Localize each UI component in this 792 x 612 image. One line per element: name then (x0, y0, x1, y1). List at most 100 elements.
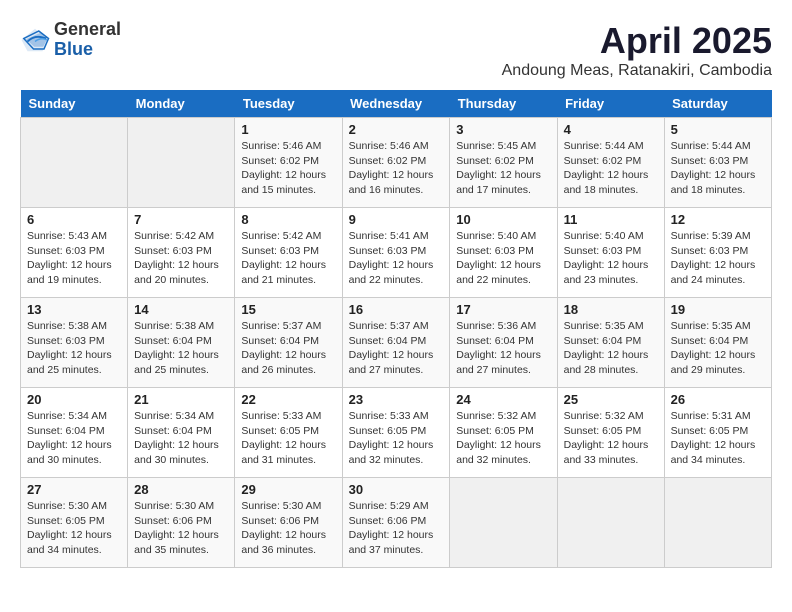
weekday-header-monday: Monday (128, 90, 235, 118)
calendar-cell: 27Sunrise: 5:30 AM Sunset: 6:05 PM Dayli… (21, 478, 128, 568)
day-number: 17 (456, 302, 550, 317)
day-number: 22 (241, 392, 335, 407)
day-number: 11 (564, 212, 658, 227)
day-info: Sunrise: 5:30 AM Sunset: 6:06 PM Dayligh… (241, 499, 335, 558)
month-title: April 2025 (502, 20, 772, 62)
day-info: Sunrise: 5:35 AM Sunset: 6:04 PM Dayligh… (671, 319, 765, 378)
weekday-header-sunday: Sunday (21, 90, 128, 118)
calendar-cell: 2Sunrise: 5:46 AM Sunset: 6:02 PM Daylig… (342, 118, 450, 208)
calendar-cell: 5Sunrise: 5:44 AM Sunset: 6:03 PM Daylig… (664, 118, 771, 208)
day-number: 21 (134, 392, 228, 407)
calendar-cell (21, 118, 128, 208)
calendar-cell (450, 478, 557, 568)
location: Andoung Meas, Ratanakiri, Cambodia (502, 62, 772, 80)
day-info: Sunrise: 5:40 AM Sunset: 6:03 PM Dayligh… (564, 229, 658, 288)
calendar-cell: 9Sunrise: 5:41 AM Sunset: 6:03 PM Daylig… (342, 208, 450, 298)
weekday-header-thursday: Thursday (450, 90, 557, 118)
day-info: Sunrise: 5:36 AM Sunset: 6:04 PM Dayligh… (456, 319, 550, 378)
calendar-cell: 13 Sunrise: 5:38 AM Sunset: 6:03 PM Dayli… (21, 298, 128, 388)
day-info: Sunrise: 5:37 AM Sunset: 6:04 PM Dayligh… (349, 319, 444, 378)
calendar-cell: 10 Sunrise: 5:40 AM Sunset: 6:03 PM Dayli… (450, 208, 557, 298)
calendar-cell: 14 Sunrise: 5:38 AM Sunset: 6:04 PM Dayli… (128, 298, 235, 388)
calendar-table: SundayMondayTuesdayWednesdayThursdayFrid… (20, 90, 772, 568)
logo: General Blue (20, 20, 121, 60)
day-info: Sunrise: 5:46 AM Sunset: 6:02 PM Dayligh… (241, 139, 335, 198)
calendar-cell: 23 Sunrise: 5:33 AM Sunset: 6:05 PM Dayli… (342, 388, 450, 478)
calendar-cell: 21 Sunrise: 5:34 AM Sunset: 6:04 PM Dayli… (128, 388, 235, 478)
calendar-cell: 12 Sunrise: 5:39 AM Sunset: 6:03 PM Dayli… (664, 208, 771, 298)
day-number: 1 (241, 122, 335, 137)
calendar-cell: 19 Sunrise: 5:35 AM Sunset: 6:04 PM Dayli… (664, 298, 771, 388)
calendar-cell: 8 Sunrise: 5:42 AM Sunset: 6:03 PM Daylig… (235, 208, 342, 298)
calendar-cell: 20 Sunrise: 5:34 AM Sunset: 6:04 PM Dayli… (21, 388, 128, 478)
calendar-cell: 18Sunrise: 5:35 AM Sunset: 6:04 PM Dayli… (557, 298, 664, 388)
calendar-cell: 26 Sunrise: 5:31 AM Sunset: 6:05 PM Dayli… (664, 388, 771, 478)
calendar-cell: 1 Sunrise: 5:46 AM Sunset: 6:02 PM Daylig… (235, 118, 342, 208)
weekday-header-friday: Friday (557, 90, 664, 118)
day-info: Sunrise: 5:30 AM Sunset: 6:05 PM Dayligh… (27, 499, 121, 558)
calendar-cell: 16 Sunrise: 5:37 AM Sunset: 6:04 PM Dayli… (342, 298, 450, 388)
calendar-cell: 24 Sunrise: 5:32 AM Sunset: 6:05 PM Dayli… (450, 388, 557, 478)
calendar-cell: 28Sunrise: 5:30 AM Sunset: 6:06 PM Dayli… (128, 478, 235, 568)
day-info: Sunrise: 5:42 AM Sunset: 6:03 PM Dayligh… (241, 229, 335, 288)
day-number: 16 (349, 302, 444, 317)
day-info: Sunrise: 5:32 AM Sunset: 6:05 PM Dayligh… (564, 409, 658, 468)
day-number: 14 (134, 302, 228, 317)
calendar-cell: 6Sunrise: 5:43 AM Sunset: 6:03 PM Daylig… (21, 208, 128, 298)
logo-text: General Blue (54, 20, 121, 60)
weekday-header-saturday: Saturday (664, 90, 771, 118)
day-info: Sunrise: 5:39 AM Sunset: 6:03 PM Dayligh… (671, 229, 765, 288)
calendar-cell: 11 Sunrise: 5:40 AM Sunset: 6:03 PM Dayli… (557, 208, 664, 298)
day-info: Sunrise: 5:40 AM Sunset: 6:03 PM Dayligh… (456, 229, 550, 288)
calendar-cell: 7Sunrise: 5:42 AM Sunset: 6:03 PM Daylig… (128, 208, 235, 298)
title-block: April 2025 Andoung Meas, Ratanakiri, Cam… (502, 20, 772, 80)
week-row-5: 27Sunrise: 5:30 AM Sunset: 6:05 PM Dayli… (21, 478, 772, 568)
day-info: Sunrise: 5:37 AM Sunset: 6:04 PM Dayligh… (241, 319, 335, 378)
day-number: 15 (241, 302, 335, 317)
day-number: 2 (349, 122, 444, 137)
logo-blue: Blue (54, 40, 121, 60)
day-number: 3 (456, 122, 550, 137)
calendar-cell: 3Sunrise: 5:45 AM Sunset: 6:02 PM Daylig… (450, 118, 557, 208)
day-info: Sunrise: 5:42 AM Sunset: 6:03 PM Dayligh… (134, 229, 228, 288)
day-info: Sunrise: 5:44 AM Sunset: 6:02 PM Dayligh… (564, 139, 658, 198)
calendar-cell (664, 478, 771, 568)
page-header: General Blue April 2025 Andoung Meas, Ra… (20, 20, 772, 80)
day-number: 20 (27, 392, 121, 407)
day-number: 19 (671, 302, 765, 317)
day-number: 26 (671, 392, 765, 407)
day-info: Sunrise: 5:38 AM Sunset: 6:04 PM Dayligh… (134, 319, 228, 378)
day-info: Sunrise: 5:34 AM Sunset: 6:04 PM Dayligh… (27, 409, 121, 468)
week-row-4: 20 Sunrise: 5:34 AM Sunset: 6:04 PM Dayli… (21, 388, 772, 478)
day-info: Sunrise: 5:38 AM Sunset: 6:03 PM Dayligh… (27, 319, 121, 378)
day-info: Sunrise: 5:34 AM Sunset: 6:04 PM Dayligh… (134, 409, 228, 468)
calendar-cell (128, 118, 235, 208)
day-number: 12 (671, 212, 765, 227)
day-number: 30 (349, 482, 444, 497)
day-number: 6 (27, 212, 121, 227)
day-number: 13 (27, 302, 121, 317)
calendar-cell (557, 478, 664, 568)
day-info: Sunrise: 5:32 AM Sunset: 6:05 PM Dayligh… (456, 409, 550, 468)
day-info: Sunrise: 5:41 AM Sunset: 6:03 PM Dayligh… (349, 229, 444, 288)
day-number: 10 (456, 212, 550, 227)
day-number: 23 (349, 392, 444, 407)
day-info: Sunrise: 5:33 AM Sunset: 6:05 PM Dayligh… (349, 409, 444, 468)
week-row-3: 13 Sunrise: 5:38 AM Sunset: 6:03 PM Dayli… (21, 298, 772, 388)
day-info: Sunrise: 5:31 AM Sunset: 6:05 PM Dayligh… (671, 409, 765, 468)
day-number: 29 (241, 482, 335, 497)
day-number: 18 (564, 302, 658, 317)
weekday-header-tuesday: Tuesday (235, 90, 342, 118)
day-number: 8 (241, 212, 335, 227)
week-row-1: 1 Sunrise: 5:46 AM Sunset: 6:02 PM Daylig… (21, 118, 772, 208)
calendar-cell: 22Sunrise: 5:33 AM Sunset: 6:05 PM Dayli… (235, 388, 342, 478)
day-number: 28 (134, 482, 228, 497)
day-number: 4 (564, 122, 658, 137)
weekday-header-row: SundayMondayTuesdayWednesdayThursdayFrid… (21, 90, 772, 118)
calendar-cell: 15 Sunrise: 5:37 AM Sunset: 6:04 PM Dayli… (235, 298, 342, 388)
day-info: Sunrise: 5:44 AM Sunset: 6:03 PM Dayligh… (671, 139, 765, 198)
calendar-cell: 25 Sunrise: 5:32 AM Sunset: 6:05 PM Dayli… (557, 388, 664, 478)
day-number: 24 (456, 392, 550, 407)
day-number: 25 (564, 392, 658, 407)
calendar-cell: 4 Sunrise: 5:44 AM Sunset: 6:02 PM Daylig… (557, 118, 664, 208)
